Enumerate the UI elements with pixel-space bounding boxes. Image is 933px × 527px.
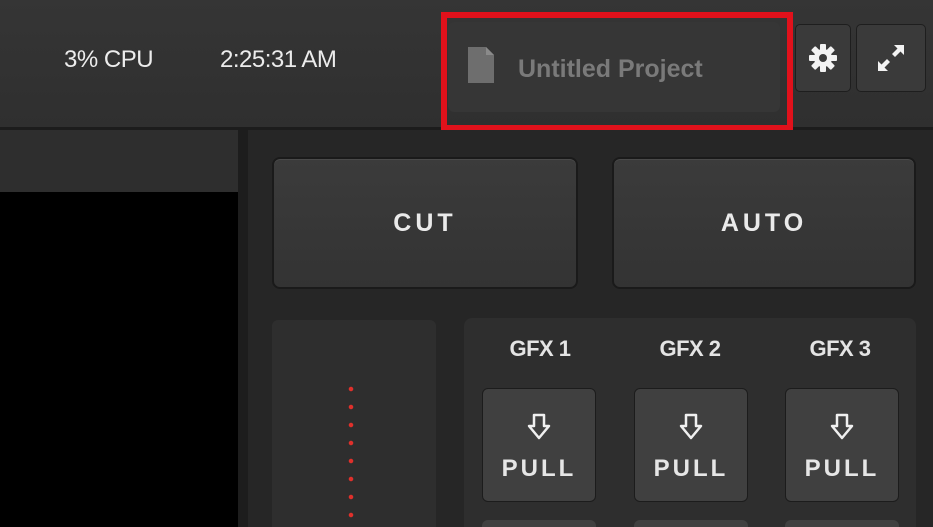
pull-label: PULL	[501, 455, 577, 482]
gfx-2-next-button[interactable]	[634, 520, 748, 527]
preview-monitor	[0, 192, 238, 527]
gfx-1-label: GFX 1	[509, 336, 571, 361]
arrow-down-icon	[830, 413, 854, 440]
gfx-3-next-button[interactable]	[785, 520, 899, 527]
pull-label: PULL	[653, 455, 729, 482]
clock: 2:25:31 AM	[220, 46, 337, 73]
cpu-usage: 3% CPU	[64, 46, 154, 73]
gfx-1-next-button[interactable]	[482, 520, 596, 527]
panel-divider	[238, 130, 248, 527]
pull-label: PULL	[804, 455, 880, 482]
gfx-3-pull-button[interactable]: PULL	[785, 388, 899, 502]
cut-button[interactable]: CUT	[272, 157, 578, 289]
t-bar[interactable]	[272, 320, 436, 527]
auto-button[interactable]: AUTO	[612, 157, 916, 289]
gfx-2-pull-button[interactable]: PULL	[634, 388, 748, 502]
arrow-down-icon	[679, 413, 703, 440]
highlight-box	[441, 12, 793, 131]
arrow-down-icon	[527, 413, 551, 440]
preview-header	[0, 130, 238, 192]
t-bar-indicator	[348, 380, 354, 527]
gfx-3-label: GFX 3	[809, 336, 871, 361]
fullscreen-button[interactable]	[856, 24, 926, 92]
gfx-1-pull-button[interactable]: PULL	[482, 388, 596, 502]
gfx-2-label: GFX 2	[659, 336, 721, 361]
settings-button[interactable]	[795, 24, 851, 92]
